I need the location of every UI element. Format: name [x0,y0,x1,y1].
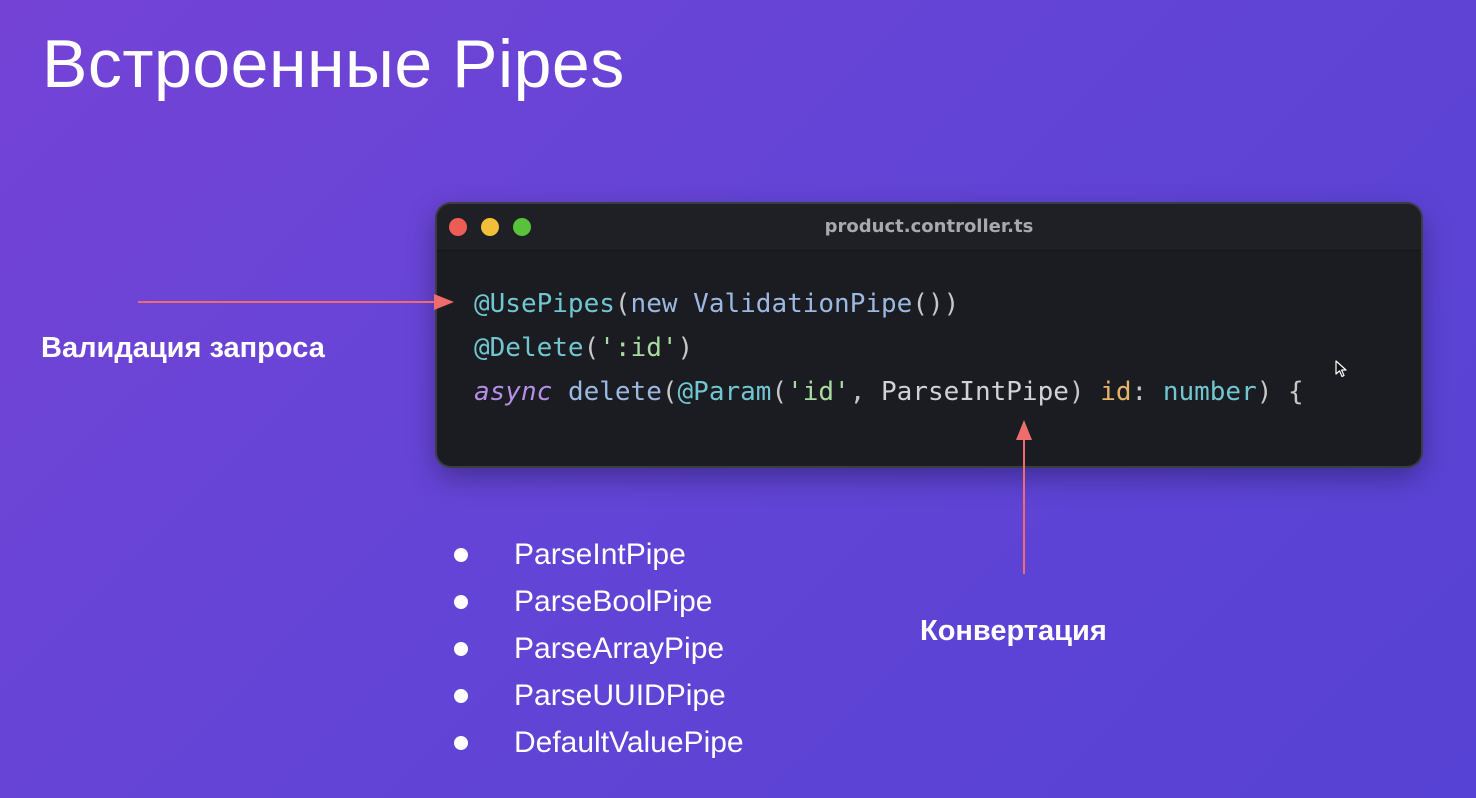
code-line: async delete(@Param('id', ParseIntPipe) … [474,370,1304,414]
list-item: ParseUUIDPipe [452,672,744,719]
window-filename: product.controller.ts [824,216,1034,237]
list-item-label: ParseBoolPipe [514,585,713,618]
bullet-icon [454,642,468,656]
code-token-keyword: async [474,377,553,407]
bullet-icon [454,595,468,609]
code-window: product.controller.ts @UsePipes(new Vali… [437,204,1421,466]
list-item-label: ParseArrayPipe [514,632,725,665]
code-token-string: ':id' [599,333,678,363]
list-item-label: ParseUUIDPipe [514,679,726,712]
list-item: ParseIntPipe [452,531,744,578]
code-token-punct: ) { [1256,377,1304,407]
code-token-punct: ( [771,377,788,407]
code-line: @UsePipes(new ValidationPipe()) [474,282,1304,326]
code-token-fn: new [630,289,694,319]
code-line: @Delete(':id') [474,326,1304,370]
code-token-punct: ) [1068,377,1101,407]
code-token-plain: ParseIntPipe [881,377,1069,407]
code-token-punct: ( [614,289,631,319]
code-token-punct: : [1131,377,1163,407]
bullet-icon [454,548,468,562]
code-token-punct: ) [677,333,694,363]
code-body: @UsePipes(new ValidationPipe()) @Delete('… [474,282,1304,414]
code-token-type: number [1162,377,1257,407]
bullet-icon [454,736,468,750]
list-item: ParseArrayPipe [452,625,744,672]
bullet-icon [454,689,468,703]
slide-title: Встроенные Pipes [42,26,625,102]
mouse-pointer-icon [1335,360,1347,378]
code-token-string: 'id' [787,377,850,407]
list-item: DefaultValuePipe [452,719,744,766]
list-item-label: DefaultValuePipe [514,726,744,759]
code-token-punct: ( [583,333,600,363]
validation-arrow [138,294,454,310]
list-item-label: ParseIntPipe [514,538,686,571]
code-token-decorator: @Delete [474,333,584,363]
code-token-param: id [1100,377,1132,407]
builtin-pipes-list: ParseIntPipe ParseBoolPipe ParseArrayPipe P… [452,531,744,766]
code-token-fn: delete [567,377,662,407]
code-token-punct: ( [661,377,678,407]
code-token-punct: ()) [912,289,960,319]
code-token-punct: , [849,377,882,407]
list-item: ParseBoolPipe [452,578,744,625]
code-token-fn: ValidationPipe [693,289,913,319]
conversion-label: Конвертация [920,615,1107,647]
validation-label: Валидация запроса [41,332,325,364]
window-titlebar: product.controller.ts [437,204,1421,251]
code-token-decorator: @UsePipes [474,289,615,319]
code-token-decorator: @Param [677,377,772,407]
